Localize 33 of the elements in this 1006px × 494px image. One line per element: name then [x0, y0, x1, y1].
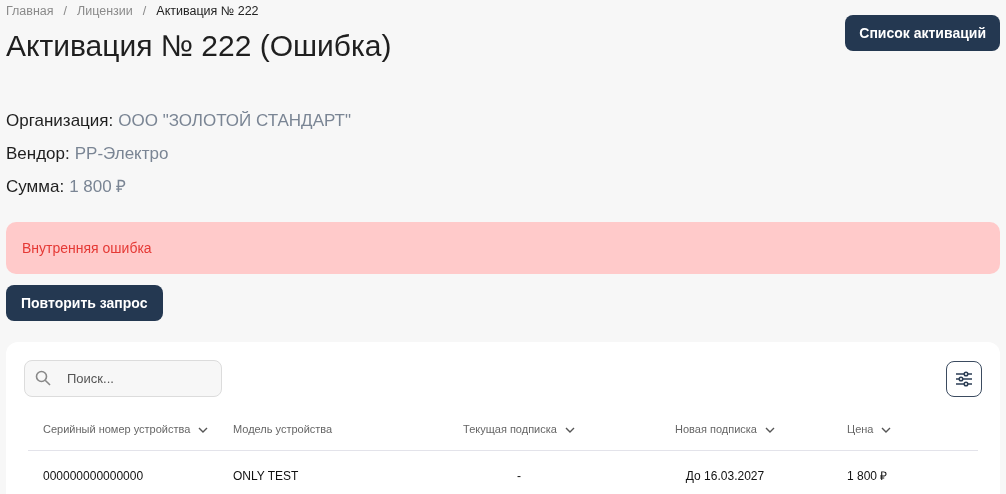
table-cell-text: До 16.03.2027 — [685, 468, 765, 485]
sliders-icon — [955, 370, 973, 387]
detail-label: Сумма: — [6, 176, 65, 198]
chevron-down-icon — [198, 426, 209, 433]
page-title: Активация № 222 (Ошибка) — [6, 28, 392, 64]
error-alert: Внутренняя ошибка — [6, 222, 1000, 274]
table-cell-text: - — [517, 468, 521, 485]
filter-settings-button[interactable] — [946, 360, 982, 397]
chevron-down-icon — [764, 426, 775, 433]
detail-value: ООО "ЗОЛОТОЙ СТАНДАРТ" — [118, 110, 351, 132]
search-field[interactable]: Поиск... — [24, 360, 222, 397]
chevron-down-icon — [881, 426, 892, 433]
column-header[interactable]: Серийный номер устройства — [43, 421, 191, 438]
column-header[interactable]: Модель устройства — [233, 421, 333, 438]
column-header[interactable]: Текущая подписка — [463, 421, 557, 438]
table-cell-text: 000000000000000 — [43, 468, 144, 485]
breadcrumb-link[interactable]: Активация № 222 — [156, 2, 259, 21]
search-icon — [35, 370, 51, 386]
column-header[interactable]: Новая подписка — [675, 421, 757, 438]
activations-list-button[interactable]: Список активаций — [845, 15, 1000, 51]
breadcrumb-separator: / — [142, 3, 147, 21]
table-cell-text: 1 800 ₽ — [847, 468, 888, 485]
column-header[interactable]: Цена — [847, 421, 874, 438]
breadcrumb-link[interactable]: Главная — [6, 2, 54, 21]
breadcrumb-separator: / — [63, 3, 68, 21]
detail-label: Вендор: — [6, 143, 70, 165]
detail-value: 1 800 ₽ — [69, 176, 127, 198]
retry-button[interactable]: Повторить запрос — [6, 285, 163, 321]
detail-value: РР-Электро — [74, 143, 169, 165]
table-cell-text: ONLY TEST — [233, 468, 299, 485]
detail-label: Организация: — [6, 110, 114, 132]
breadcrumb-link[interactable]: Лицензии — [77, 2, 133, 21]
chevron-down-icon — [564, 426, 575, 433]
